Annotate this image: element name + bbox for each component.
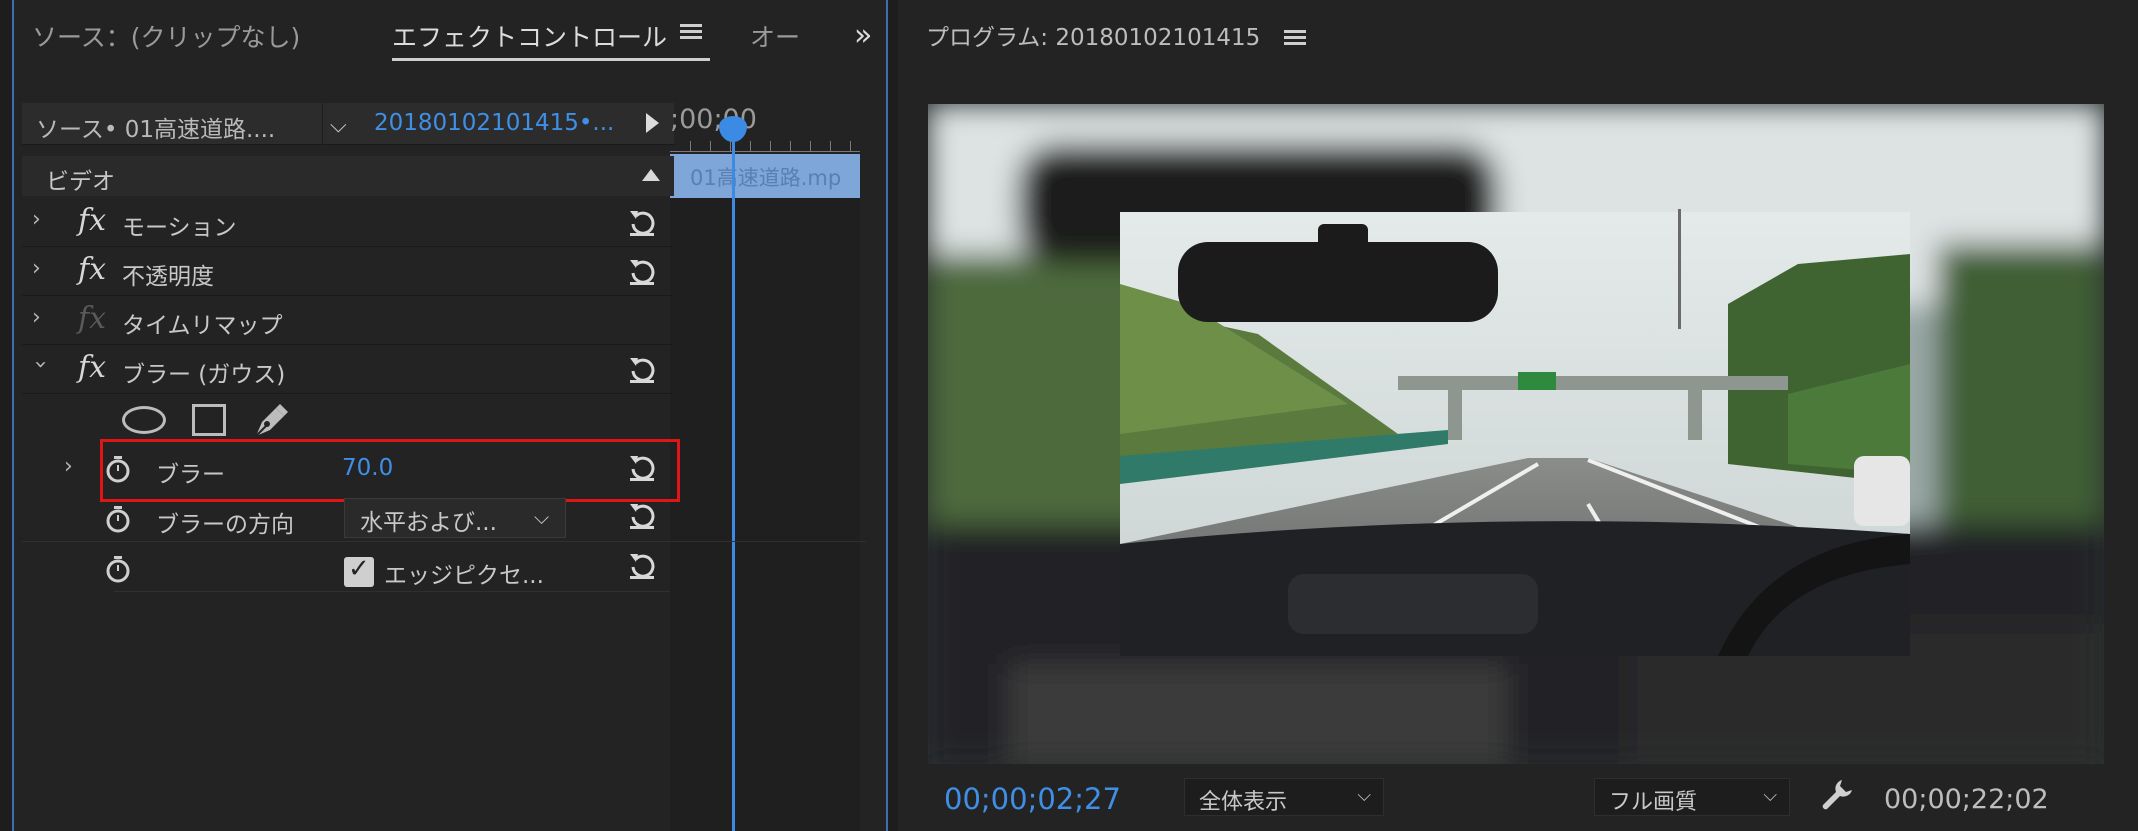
timeline-clip-label: 01高速道路.mp [690, 166, 842, 190]
tab-effect-controls[interactable]: エフェクトコントロール [392, 18, 667, 54]
pen-mask-icon[interactable] [250, 400, 290, 440]
chevron-down-icon: ⌵ [1357, 785, 1371, 806]
panel-menu-icon[interactable] [680, 22, 702, 40]
effect-row-time-remap[interactable]: › fx タイムリマップ [22, 297, 674, 345]
fx-toggle-icon[interactable]: fx [78, 350, 106, 385]
effect-row-gaussian-blur[interactable]: › fx ブラー (ガウス) [22, 346, 674, 394]
effect-name: 不透明度 [122, 264, 214, 290]
highlight-box [100, 439, 680, 502]
playback-quality-select[interactable]: フル画質 ⌵ [1594, 778, 1790, 816]
effect-name: ブラー (ガウス) [122, 362, 286, 388]
ellipse-mask-icon[interactable] [122, 406, 166, 434]
quality-select-label: フル画質 [1609, 790, 1698, 815]
stopwatch-icon[interactable] [104, 504, 132, 534]
reset-icon[interactable] [626, 550, 658, 580]
panel-tab-bar: ソース：(クリップなし) エフェクトコントロール オー » [14, 0, 886, 68]
collapse-chevron-icon[interactable]: › [28, 360, 53, 369]
effect-row-motion[interactable]: › fx モーション [22, 199, 674, 247]
tab-source[interactable]: ソース：(クリップなし) [32, 18, 300, 54]
play-icon[interactable] [646, 113, 659, 133]
video-header-label: ビデオ [46, 169, 115, 195]
blur-direction-value: 水平および... [360, 510, 497, 536]
expand-chevron-icon[interactable]: › [64, 454, 73, 479]
divider [114, 591, 670, 592]
panel-menu-icon[interactable] [1284, 28, 1306, 46]
chevron-down-icon[interactable]: ⌵ [534, 505, 549, 529]
expand-chevron-icon[interactable]: › [32, 305, 41, 330]
program-monitor-title[interactable]: プログラム: 20180102101415 [926, 18, 1260, 52]
chevron-down-icon[interactable]: ⌵ [330, 113, 347, 138]
program-monitor: プログラム: 20180102101415 00;00;02;27 全体表示 ⌵… [898, 0, 2138, 831]
effect-name: タイムリマップ [122, 313, 283, 339]
zoom-select[interactable]: 全体表示 ⌵ [1184, 778, 1384, 816]
reset-icon[interactable] [626, 207, 658, 237]
collapse-up-icon[interactable] [642, 169, 660, 181]
divider [22, 541, 866, 542]
sequence-duration: 00;00;22;02 [1884, 784, 2049, 815]
checkmark-icon: ✓ [348, 554, 370, 584]
expand-chevron-icon[interactable]: › [32, 256, 41, 281]
tab-audio[interactable]: オー [750, 18, 800, 54]
effect-name: モーション [122, 215, 237, 241]
fx-toggle-icon[interactable]: fx [78, 203, 106, 238]
wrench-icon[interactable] [1820, 778, 1854, 812]
fx-toggle-icon[interactable]: fx [78, 252, 106, 287]
timeline-ruler[interactable] [670, 138, 860, 152]
reset-icon[interactable] [626, 256, 658, 286]
expand-chevron-icon[interactable]: › [32, 207, 41, 232]
sequence-link[interactable]: 20180102101415•... [374, 110, 614, 136]
active-tab-underline [392, 58, 710, 61]
blur-direction-label: ブラーの方向 [156, 512, 294, 538]
timeline-area [670, 198, 860, 831]
rectangle-mask-icon[interactable] [192, 404, 226, 436]
divider [322, 103, 323, 145]
tab-overflow-icon[interactable]: » [854, 18, 872, 53]
current-timecode[interactable]: 00;00;02;27 [944, 782, 1121, 816]
program-video-frame[interactable] [928, 104, 2104, 764]
zoom-select-label: 全体表示 [1199, 790, 1288, 815]
stopwatch-icon[interactable] [104, 554, 132, 584]
source-clip-selector[interactable]: ソース• 01高速道路.... [36, 110, 275, 144]
reset-icon[interactable] [626, 354, 658, 384]
playhead-line[interactable] [732, 128, 735, 831]
reset-icon[interactable] [626, 500, 658, 530]
chevron-down-icon: ⌵ [1763, 785, 1777, 806]
effect-row-opacity[interactable]: › fx 不透明度 [22, 248, 674, 296]
effect-controls-panel: ソース：(クリップなし) エフェクトコントロール オー » ソース• 01高速道… [12, 0, 888, 831]
repeat-edge-pixels-label: エッジピクセ... [384, 563, 544, 589]
fx-toggle-icon: fx [78, 301, 107, 336]
source-sequence-row: ソース• 01高速道路.... ⌵ 20180102101415•... [22, 103, 674, 145]
video-effects-header[interactable]: ビデオ [22, 156, 674, 196]
